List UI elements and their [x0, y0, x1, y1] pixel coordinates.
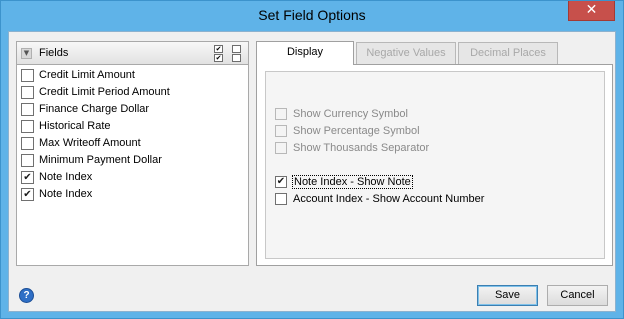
tab-negative-values[interactable]: Negative Values: [356, 42, 456, 64]
dialog-title: Set Field Options: [258, 7, 366, 23]
field-checkbox[interactable]: ✔: [21, 188, 34, 201]
check-all-icon[interactable]: ✔: [214, 45, 223, 53]
display-tab-panel: Show Currency Symbol Show Percentage Sym…: [256, 64, 613, 266]
field-label: Historical Rate: [39, 120, 111, 132]
field-label: Note Index: [39, 171, 93, 183]
show-percentage-symbol-option: Show Percentage Symbol: [275, 123, 420, 139]
field-checkbox[interactable]: [21, 103, 34, 116]
cancel-button[interactable]: Cancel: [547, 285, 608, 306]
field-label: Credit Limit Amount: [39, 69, 135, 81]
list-item[interactable]: Credit Limit Amount: [17, 67, 248, 84]
field-label: Minimum Payment Dollar: [39, 154, 162, 166]
dialog-window: Set Field Options ✕ ▼ Fields ✔ ✔ Credit …: [0, 0, 624, 319]
tab-decimal-places[interactable]: Decimal Places: [458, 42, 558, 64]
field-checkbox[interactable]: [21, 86, 34, 99]
close-icon: ✕: [585, 2, 598, 18]
display-options-group: Show Currency Symbol Show Percentage Sym…: [265, 71, 605, 259]
save-button[interactable]: Save: [477, 285, 538, 306]
field-checkbox[interactable]: [21, 69, 34, 82]
option-label: Show Thousands Separator: [293, 142, 430, 154]
check-all-icon-secondary: ✔: [214, 54, 223, 62]
options-tabs: Display Negative Values Decimal Places: [256, 41, 613, 65]
option-label: Show Currency Symbol: [293, 108, 408, 120]
show-thousands-separator-checkbox: [275, 142, 287, 154]
field-rows: Credit Limit Amount Credit Limit Period …: [17, 67, 248, 203]
uncheck-all-control[interactable]: [232, 45, 241, 63]
show-currency-symbol-checkbox: [275, 108, 287, 120]
option-label: Note Index - Show Note: [292, 175, 413, 189]
fields-list-header: ▼ Fields ✔ ✔: [17, 42, 248, 65]
list-item[interactable]: Minimum Payment Dollar: [17, 152, 248, 169]
note-index-show-note-checkbox[interactable]: ✔: [275, 176, 287, 188]
field-checkbox[interactable]: ✔: [21, 171, 34, 184]
fields-list: ▼ Fields ✔ ✔ Credit Limit Amount Credit …: [16, 41, 249, 266]
close-button[interactable]: ✕: [568, 1, 615, 21]
dialog-body: ▼ Fields ✔ ✔ Credit Limit Amount Credit …: [8, 31, 616, 312]
field-checkbox[interactable]: [21, 120, 34, 133]
list-item[interactable]: Finance Charge Dollar: [17, 101, 248, 118]
uncheck-all-icon[interactable]: [232, 45, 241, 53]
fields-header-label: Fields: [39, 47, 69, 59]
show-percentage-symbol-checkbox: [275, 125, 287, 137]
help-icon[interactable]: ?: [19, 288, 34, 303]
field-checkbox[interactable]: [21, 137, 34, 150]
note-index-show-note-option[interactable]: ✔ Note Index - Show Note: [275, 174, 413, 190]
field-label: Max Writeoff Amount: [39, 137, 141, 149]
list-item[interactable]: Credit Limit Period Amount: [17, 84, 248, 101]
field-label: Finance Charge Dollar: [39, 103, 150, 115]
list-item[interactable]: ✔ Note Index: [17, 169, 248, 186]
list-item[interactable]: Max Writeoff Amount: [17, 135, 248, 152]
option-label: Show Percentage Symbol: [293, 125, 420, 137]
list-item[interactable]: Historical Rate: [17, 118, 248, 135]
list-item[interactable]: ✔ Note Index: [17, 186, 248, 203]
uncheck-all-icon-secondary: [232, 54, 241, 62]
collapse-icon[interactable]: ▼: [21, 48, 32, 59]
show-thousands-separator-option: Show Thousands Separator: [275, 140, 429, 156]
show-currency-symbol-option: Show Currency Symbol: [275, 106, 408, 122]
field-checkbox[interactable]: [21, 154, 34, 167]
check-all-control[interactable]: ✔ ✔: [214, 45, 223, 63]
field-label: Note Index: [39, 188, 93, 200]
account-index-show-account-number-checkbox[interactable]: [275, 193, 287, 205]
tab-display[interactable]: Display: [256, 41, 354, 65]
account-index-show-account-number-option[interactable]: Account Index - Show Account Number: [275, 191, 484, 207]
field-label: Credit Limit Period Amount: [39, 86, 170, 98]
option-label: Account Index - Show Account Number: [293, 193, 485, 205]
